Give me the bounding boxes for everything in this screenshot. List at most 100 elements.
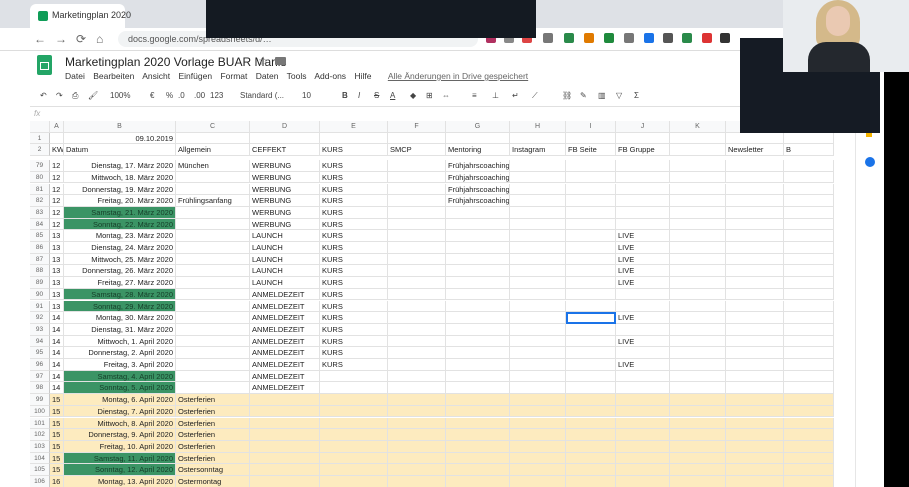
data-cell[interactable]	[446, 218, 510, 231]
header-cell[interactable]: Datum	[64, 144, 176, 157]
fill-color-icon[interactable]: ◆	[410, 91, 416, 100]
data-cell[interactable]: Osterferien	[176, 429, 250, 441]
forward-icon[interactable]: →	[55, 32, 67, 46]
data-cell[interactable]	[176, 288, 250, 301]
data-cell[interactable]: 13	[50, 277, 64, 289]
column-header[interactable]: I	[566, 121, 616, 133]
data-cell[interactable]	[510, 265, 566, 278]
data-cell[interactable]	[726, 288, 784, 301]
data-cell[interactable]: WERBUNG	[250, 218, 320, 231]
tasks-icon[interactable]	[865, 157, 875, 167]
menu-ansicht[interactable]: Ansicht	[142, 71, 170, 81]
data-cell[interactable]: KURS	[320, 183, 388, 196]
data-cell[interactable]	[784, 382, 834, 395]
data-cell[interactable]	[784, 394, 834, 406]
data-cell[interactable]: 13	[50, 230, 64, 242]
extension-icon[interactable]	[584, 33, 594, 43]
data-cell[interactable]	[388, 277, 446, 289]
data-cell[interactable]	[726, 429, 784, 441]
data-cell[interactable]	[176, 382, 250, 395]
data-cell[interactable]	[670, 335, 726, 348]
data-cell[interactable]: 13	[50, 265, 64, 278]
data-cell[interactable]: 14	[50, 382, 64, 395]
data-cell[interactable]: KURS	[320, 323, 388, 336]
date-cell[interactable]: Mittwoch, 18. März 2020	[64, 171, 176, 184]
data-cell[interactable]	[726, 183, 784, 196]
data-cell[interactable]: 15	[50, 429, 64, 441]
data-cell[interactable]	[446, 452, 510, 465]
data-cell[interactable]	[176, 277, 250, 289]
data-cell[interactable]	[176, 253, 250, 266]
data-cell[interactable]	[670, 265, 726, 278]
column-header[interactable]: B	[64, 121, 176, 133]
data-cell[interactable]	[250, 429, 320, 441]
date-cell[interactable]: Samstag, 21. März 2020	[64, 206, 176, 219]
data-cell[interactable]	[388, 195, 446, 207]
data-cell[interactable]: WERBUNG	[250, 171, 320, 184]
data-cell[interactable]	[616, 323, 670, 336]
data-cell[interactable]: 13	[50, 300, 64, 313]
extension-icon[interactable]	[682, 33, 692, 43]
date-cell[interactable]: Freitag, 20. März 2020	[64, 195, 176, 207]
data-cell[interactable]: KURS	[320, 335, 388, 348]
data-cell[interactable]	[784, 242, 834, 254]
data-cell[interactable]	[616, 183, 670, 196]
data-cell[interactable]	[670, 359, 726, 371]
data-cell[interactable]	[616, 171, 670, 184]
data-cell[interactable]: Frühjahrscoaching	[446, 183, 510, 196]
date-cell[interactable]: Samstag, 4. April 2020	[64, 370, 176, 383]
data-cell[interactable]: ANMELDEZEIT	[250, 288, 320, 301]
data-cell[interactable]	[670, 382, 726, 395]
data-cell[interactable]: ANMELDEZEIT	[250, 359, 320, 371]
header-cell[interactable]	[50, 132, 64, 145]
row-number[interactable]: 80	[30, 171, 50, 184]
print-icon[interactable]: ⎙	[72, 91, 78, 101]
data-cell[interactable]	[510, 323, 566, 336]
data-cell[interactable]	[388, 160, 446, 172]
date-cell[interactable]: Dienstag, 24. März 2020	[64, 242, 176, 254]
data-cell[interactable]	[176, 265, 250, 278]
data-cell[interactable]: ANMELDEZEIT	[250, 335, 320, 348]
data-cell[interactable]	[510, 335, 566, 348]
data-cell[interactable]	[784, 230, 834, 242]
borders-icon[interactable]: ⊞	[426, 91, 433, 100]
data-cell[interactable]	[320, 464, 388, 476]
data-cell[interactable]	[566, 370, 616, 383]
data-cell[interactable]	[176, 183, 250, 196]
data-cell[interactable]	[250, 464, 320, 476]
data-cell[interactable]	[670, 253, 726, 266]
data-cell[interactable]	[388, 347, 446, 359]
browser-tab[interactable]: Marketingplan 2020	[30, 4, 131, 28]
extension-icon[interactable]	[604, 33, 614, 43]
italic-button[interactable]: I	[358, 91, 360, 100]
data-cell[interactable]	[446, 382, 510, 395]
data-cell[interactable]: 14	[50, 323, 64, 336]
wrap-icon[interactable]: ↵	[512, 91, 519, 100]
data-cell[interactable]	[726, 230, 784, 242]
data-cell[interactable]	[250, 440, 320, 453]
data-cell[interactable]	[566, 277, 616, 289]
data-cell[interactable]	[510, 382, 566, 395]
data-cell[interactable]: München	[176, 160, 250, 172]
data-cell[interactable]: KURS	[320, 288, 388, 301]
data-cell[interactable]	[388, 323, 446, 336]
data-cell[interactable]	[388, 335, 446, 348]
data-cell[interactable]: KURS	[320, 160, 388, 172]
menu-einfuegen[interactable]: Einfügen	[179, 71, 213, 81]
valign-icon[interactable]: ⊥	[492, 91, 499, 100]
column-header[interactable]: F	[388, 121, 446, 133]
data-cell[interactable]: KURS	[320, 206, 388, 219]
data-cell[interactable]	[566, 382, 616, 395]
data-cell[interactable]	[388, 417, 446, 430]
data-cell[interactable]: KURS	[320, 230, 388, 242]
data-cell[interactable]: Frühjahrscoaching	[446, 160, 510, 172]
data-cell[interactable]	[726, 440, 784, 453]
data-cell[interactable]: LAUNCH	[250, 253, 320, 266]
date-cell[interactable]: Samstag, 28. März 2020	[64, 288, 176, 301]
align-icon[interactable]: ≡	[472, 91, 477, 100]
row-number[interactable]: 95	[30, 347, 50, 359]
data-cell[interactable]	[726, 464, 784, 476]
data-cell[interactable]	[566, 452, 616, 465]
star-icon[interactable]: ☆	[258, 54, 269, 68]
data-cell[interactable]	[670, 171, 726, 184]
